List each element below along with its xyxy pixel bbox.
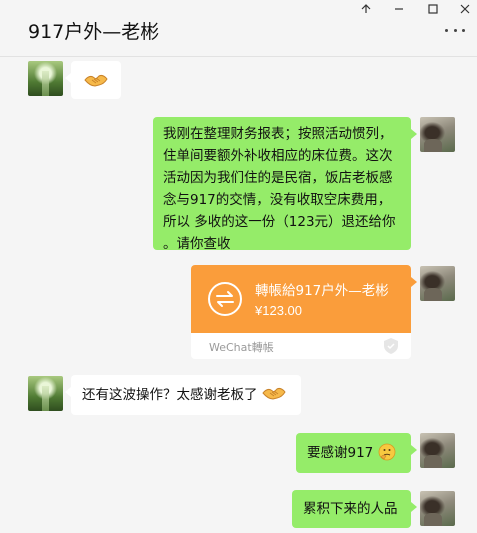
handshake-icon [262, 387, 286, 400]
message-line: 所以 多收的这一份（123元）退还给你 [163, 214, 396, 230]
my-avatar[interactable] [420, 117, 455, 152]
chat-title: 917户外—老彬 [28, 21, 160, 43]
handshake-icon [84, 74, 108, 87]
chat-window: 917户外—老彬 我刚在整理财务报表；按照活动惯列， 住单间要额外补收相应的床位… [0, 0, 477, 533]
message-line: 活动因为我们住的是民宿，饭店老板感 [163, 170, 393, 186]
message-line: 住单间要额外补收相应的床位费。这次 [163, 148, 393, 164]
message-bubble-text[interactable]: 要感谢917 [296, 433, 417, 473]
more-options-icon[interactable] [445, 25, 465, 35]
my-avatar[interactable] [420, 433, 455, 468]
transfer-tail [411, 277, 417, 287]
message-text: 还有这波操作？太感谢老板了 [82, 387, 258, 403]
my-avatar[interactable] [420, 491, 455, 526]
contact-avatar[interactable] [28, 61, 63, 96]
message-line: 我刚在整理财务报表；按照活动惯列， [163, 126, 393, 142]
transfer-amount: ¥123.00 [255, 303, 302, 318]
message-line: 。请你查收 [163, 236, 231, 252]
transfer-arrows-icon [208, 282, 242, 316]
minimize-icon[interactable] [384, 0, 414, 18]
pin-icon[interactable] [351, 0, 381, 18]
shield-icon [384, 338, 398, 354]
transfer-footer-label: WeChat轉帳 [209, 341, 274, 354]
message-bubble-emoji[interactable] [65, 61, 121, 99]
message-text: 累积下来的人品 [303, 501, 398, 517]
message-bubble-text[interactable]: 我刚在整理财务报表；按照活动惯列， 住单间要额外补收相应的床位费。这次 活动因为… [153, 117, 417, 252]
close-icon[interactable] [450, 0, 477, 18]
message-line: 念与917的交情，没有收取空床费用， [163, 192, 392, 208]
message-text: 要感谢917 [307, 445, 374, 461]
contact-avatar[interactable] [28, 376, 63, 411]
transfer-card-footer: WeChat轉帳 [191, 333, 411, 359]
thinking-face-icon [378, 443, 395, 461]
transfer-card[interactable]: 轉帳給917户外—老彬 ¥123.00 WeChat轉帳 [191, 265, 411, 359]
transfer-title: 轉帳給917户外—老彬 [255, 283, 389, 299]
my-avatar[interactable] [420, 266, 455, 301]
title-bar: 917户外—老彬 [0, 0, 477, 57]
transfer-card-header: 轉帳給917户外—老彬 ¥123.00 [191, 265, 411, 333]
message-bubble-text[interactable]: 累积下来的人品 [292, 490, 417, 528]
maximize-icon[interactable] [418, 0, 448, 18]
message-bubble-text[interactable]: 还有这波操作？太感谢老板了 [65, 375, 301, 415]
